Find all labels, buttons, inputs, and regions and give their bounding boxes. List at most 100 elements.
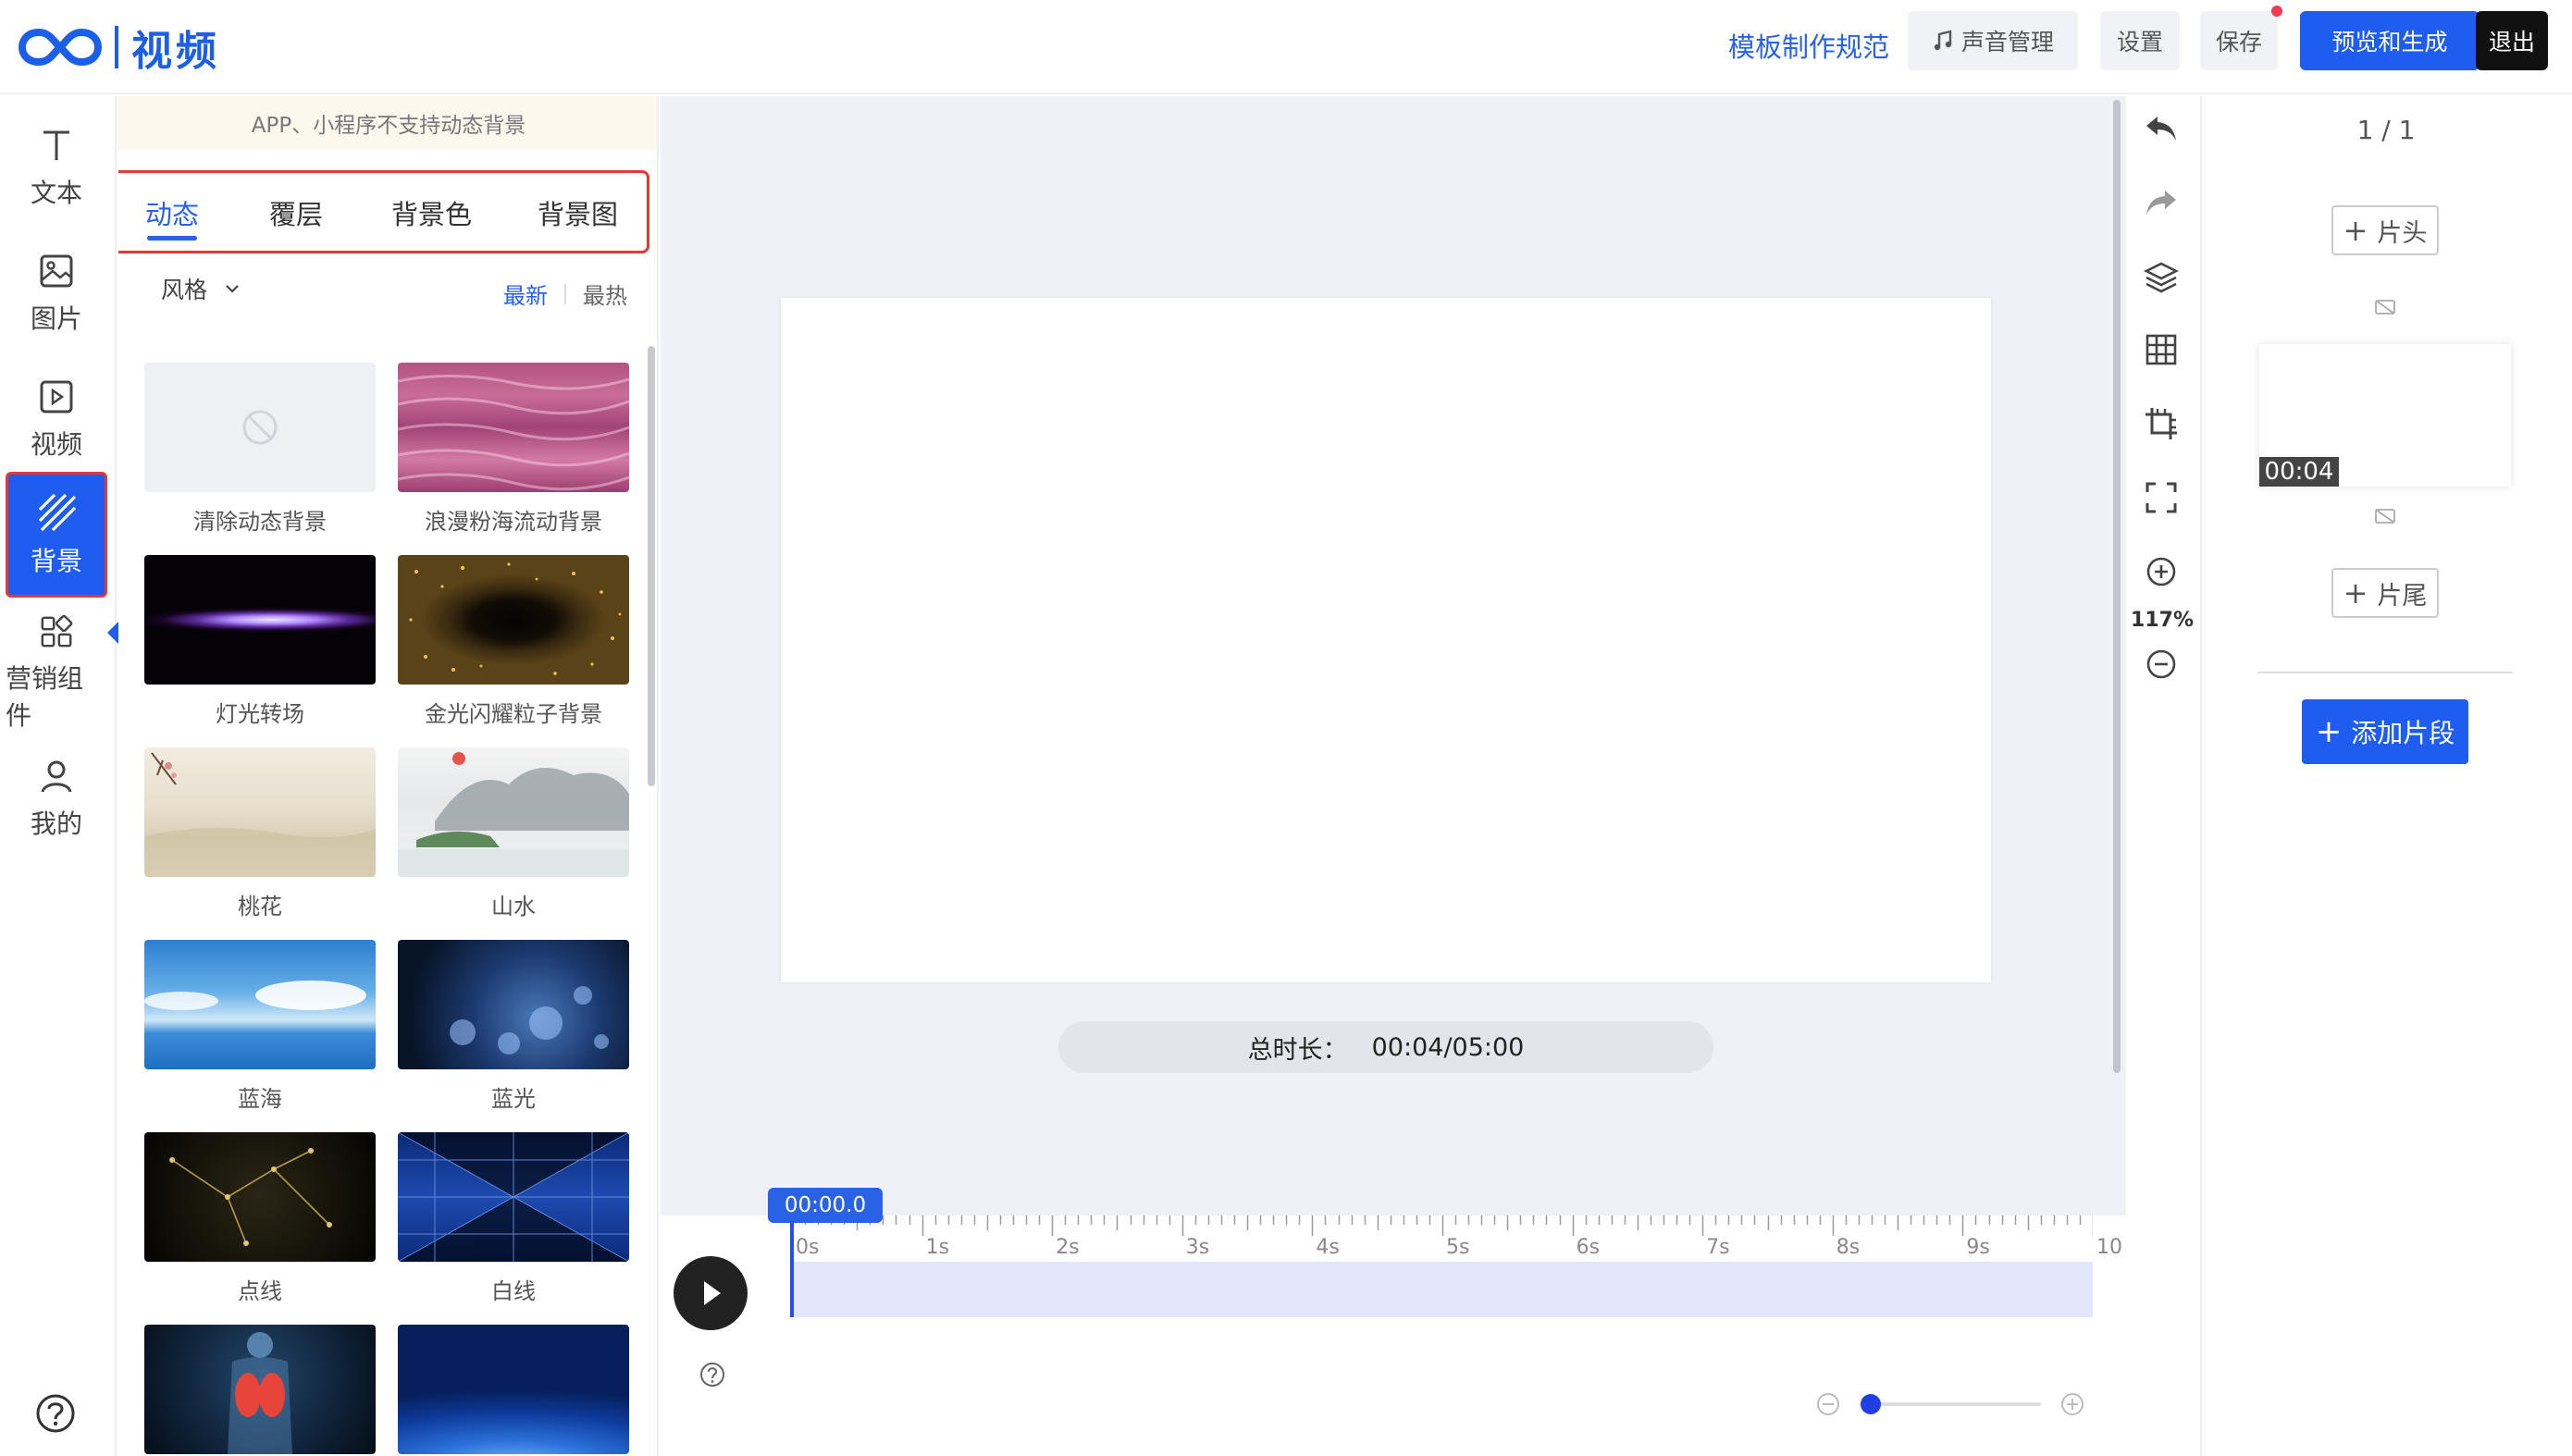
bg-item-landscape[interactable] — [398, 747, 629, 877]
ink-landscape — [144, 752, 376, 877]
nav-item-mine[interactable]: 我的 — [6, 740, 107, 858]
bg-item-body[interactable] — [144, 1325, 376, 1454]
page-counter: 1 / 1 — [2356, 115, 2416, 145]
undo-icon[interactable] — [2143, 113, 2180, 144]
save-button[interactable]: 保存 — [2200, 11, 2278, 70]
redo-icon[interactable] — [2143, 187, 2180, 218]
tab-bg-color[interactable]: 背景色 — [391, 193, 472, 232]
nav-label: 文本 — [30, 178, 82, 208]
bg-item-white-line[interactable] — [398, 1132, 629, 1262]
network-pattern — [169, 1148, 332, 1246]
nav-item-widgets[interactable]: 营销组件 — [6, 614, 107, 733]
bg-item-label: 蓝海 — [238, 1086, 282, 1112]
preview-generate-button[interactable]: 预览和生成 — [2300, 11, 2479, 70]
nav-item-text[interactable]: 文本 — [6, 109, 107, 228]
bg-item-blue-sea[interactable] — [144, 940, 376, 1069]
ruler-tick-label: 2s — [1056, 1236, 1080, 1259]
left-nav: 文本 图片 视频 背景 营销组件 我的 — [0, 96, 118, 1456]
plus-icon: + — [2343, 213, 2368, 248]
bg-item-label: 蓝光 — [491, 1086, 536, 1112]
stage-scrollbar[interactable] — [2113, 100, 2121, 1073]
tab-overlay[interactable]: 覆层 — [269, 193, 323, 232]
add-segment-button[interactable]: + 添加片段 — [2302, 699, 2468, 764]
sound-manage-button[interactable]: 声音管理 — [1908, 11, 2078, 70]
bg-item-light-transition[interactable] — [144, 555, 376, 685]
widgets-icon — [41, 614, 73, 648]
nav-item-image[interactable]: 图片 — [6, 235, 107, 353]
fullscreen-icon[interactable] — [2143, 479, 2180, 516]
bg-item-label: 浪漫粉海流动背景 — [425, 509, 602, 535]
sort-divider — [564, 283, 566, 304]
bg-item-blue-light[interactable] — [398, 940, 629, 1069]
bg-item-label: 桃花 — [238, 894, 282, 919]
timeline-track[interactable] — [792, 1262, 2093, 1317]
bg-item-label: 清除动态背景 — [193, 509, 327, 535]
clip-duration: 00:04 — [2259, 457, 2339, 487]
ruler-tick-label: 7s — [1706, 1236, 1730, 1259]
save-unsaved-dot — [2271, 6, 2282, 17]
brand-logo[interactable]: 视频 — [19, 17, 220, 78]
nav-item-video[interactable]: 视频 — [6, 361, 107, 479]
template-spec-link[interactable]: 模板制作规范 — [1728, 26, 1889, 65]
nav-label: 营销组件 — [6, 663, 84, 731]
ruler-tick-label: 0s — [796, 1236, 820, 1259]
playhead-time[interactable]: 00:00.0 — [768, 1188, 883, 1223]
panel-scrollbar[interactable] — [648, 346, 655, 786]
add-intro-button[interactable]: + 片头 — [2331, 205, 2439, 255]
add-outro-button[interactable]: + 片尾 — [2331, 568, 2439, 618]
tab-dynamic[interactable]: 动态 — [145, 193, 199, 232]
segment-clip[interactable]: 00:04 — [2259, 344, 2511, 487]
exit-button[interactable]: 退出 — [2476, 11, 2548, 70]
ruler-tick-label: 3s — [1185, 1236, 1210, 1259]
no-entry-icon — [242, 410, 278, 445]
bg-item-gold-particles[interactable] — [398, 555, 629, 685]
video-canvas[interactable] — [781, 298, 1991, 982]
sort-newest[interactable]: 最新 — [503, 278, 548, 310]
bg-item-peach-blossom[interactable] — [144, 747, 376, 877]
bg-item-dot-line[interactable] — [144, 1132, 376, 1262]
nav-label: 视频 — [30, 429, 82, 460]
nav-item-background[interactable]: 背景 — [6, 472, 107, 598]
playhead-line[interactable] — [790, 1215, 794, 1317]
music-note-icon — [1934, 30, 1952, 51]
bg-item-pink-sea[interactable] — [398, 363, 629, 492]
bg-item-earth[interactable] — [398, 1325, 629, 1454]
add-intro-label: 片头 — [2377, 218, 2428, 248]
play-icon — [704, 1281, 721, 1305]
timeline-help-icon[interactable] — [699, 1362, 725, 1388]
grid-icon[interactable] — [2143, 331, 2180, 368]
nav-active-pointer — [107, 622, 118, 644]
crop-icon[interactable] — [2143, 405, 2180, 442]
zoom-out-canvas-icon[interactable] — [2145, 648, 2178, 681]
nav-label: 图片 — [30, 303, 82, 334]
bokeh-pattern — [450, 986, 609, 1055]
timeline-zoom-slider[interactable] — [1813, 1393, 2087, 1415]
sort-switch: 最新 最热 — [503, 278, 627, 310]
ruler-tick-label: 8s — [1836, 1236, 1861, 1259]
zoom-in-canvas-icon[interactable] — [2145, 555, 2178, 588]
bg-item-label: 金光闪耀粒子背景 — [425, 701, 602, 727]
bg-item-label: 白线 — [491, 1278, 536, 1304]
transition-icon[interactable] — [2374, 507, 2396, 525]
help-icon[interactable] — [35, 1393, 76, 1434]
logo-divider — [115, 26, 118, 68]
bg-item-clear[interactable] — [144, 363, 376, 492]
body-lungs-pattern — [228, 1332, 292, 1454]
play-button[interactable] — [674, 1256, 748, 1330]
time-ruler[interactable] — [792, 1215, 2093, 1262]
sound-manage-label: 声音管理 — [1960, 29, 2054, 56]
transition-icon[interactable] — [2374, 298, 2396, 316]
style-filter-dropdown[interactable]: 风格 — [161, 272, 241, 305]
right-toolbar — [2126, 96, 2198, 1456]
sort-hottest[interactable]: 最热 — [583, 278, 627, 310]
layers-icon[interactable] — [2143, 259, 2180, 296]
mountain-pattern — [398, 752, 629, 877]
dynamic-bg-notice: APP、小程序不支持动态背景 — [118, 96, 657, 150]
settings-button[interactable]: 设置 — [2100, 11, 2180, 70]
chevron-down-icon — [226, 285, 239, 293]
add-outro-label: 片尾 — [2377, 581, 2428, 611]
nav-label: 我的 — [30, 808, 82, 839]
tab-bg-image[interactable]: 背景图 — [538, 193, 618, 232]
sparkle-pattern — [409, 562, 622, 675]
plus-icon: + — [2343, 575, 2368, 611]
